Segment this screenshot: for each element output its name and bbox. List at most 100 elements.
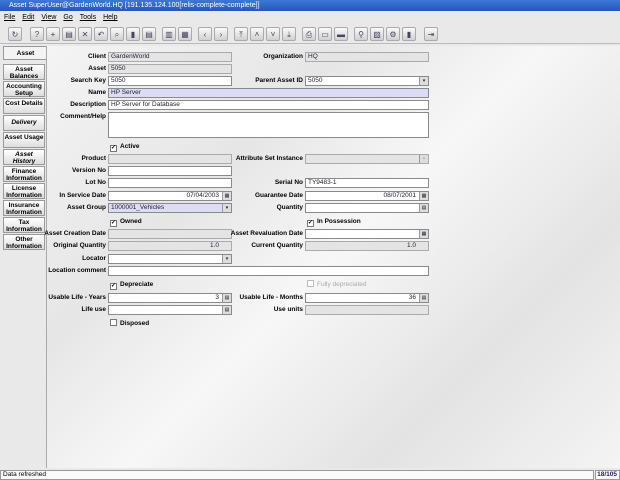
in-possession-checkbox[interactable]: ✓ In Possession: [307, 217, 361, 227]
print-preview-icon: ▭: [321, 30, 329, 39]
down-icon: ˅: [270, 30, 276, 39]
depreciate-checkbox[interactable]: ✓ Depreciate: [110, 280, 153, 290]
locator-label: Locator: [82, 255, 106, 262]
active-checkbox[interactable]: ✓ Active: [110, 142, 140, 152]
status-message: Data refreshed: [0, 470, 594, 480]
print-button[interactable]: ⎙: [302, 27, 316, 41]
copy-button[interactable]: ▤: [62, 27, 76, 41]
zoom-button[interactable]: ⚲: [354, 27, 368, 41]
menu-tools[interactable]: Tools: [80, 14, 96, 21]
print-preview-button[interactable]: ▭: [318, 27, 332, 41]
window-title: Asset SuperUser@GardenWorld.HQ [191.135.…: [0, 0, 620, 11]
checkbox-icon: [307, 280, 314, 287]
current-qty-field[interactable]: 1.0: [305, 241, 429, 251]
book-button[interactable]: ▮: [402, 27, 416, 41]
refresh-button[interactable]: ↻: [8, 27, 22, 41]
first-icon: ⤒: [239, 30, 243, 39]
parent-icon: ▥: [165, 30, 173, 39]
parent-asset-field[interactable]: 5050 ▾: [305, 76, 429, 86]
menu-view[interactable]: View: [41, 14, 56, 21]
use-units-field[interactable]: [305, 305, 429, 315]
zoom-icon: ⚲: [358, 30, 364, 39]
calendar-icon[interactable]: ▦: [419, 230, 428, 238]
asset-value: 5050: [111, 65, 126, 72]
comment-label: Comment/Help: [60, 113, 106, 120]
first-button[interactable]: ⤒: [234, 27, 248, 41]
active-label: Active: [120, 143, 140, 150]
menu-file[interactable]: File: [4, 14, 15, 21]
name-field[interactable]: HP Server: [108, 88, 429, 98]
history-button[interactable]: ▮: [126, 27, 140, 41]
client-label: Client: [87, 53, 106, 60]
asset-label: Asset: [88, 65, 106, 72]
undo-icon: ↶: [97, 30, 105, 39]
checkbox-icon: ✓: [110, 145, 117, 152]
comment-field[interactable]: [108, 112, 429, 138]
quantity-field[interactable]: ▤: [305, 203, 429, 213]
archive-icon: ▨: [373, 30, 381, 39]
workflow-button[interactable]: ⚙: [386, 27, 400, 41]
delete-button[interactable]: ✕: [78, 27, 92, 41]
next-button[interactable]: ›: [214, 27, 228, 41]
life-months-field[interactable]: 36 ▤: [305, 293, 429, 303]
parent-asset-value: 5050: [308, 77, 323, 84]
guarantee-label: Guarantee Date: [254, 192, 303, 199]
menu-go[interactable]: Go: [63, 14, 72, 21]
prev-button[interactable]: ‹: [198, 27, 212, 41]
serial-label: Serial No: [274, 179, 303, 186]
owned-label: Owned: [120, 218, 142, 225]
asset-field[interactable]: 5050: [108, 64, 232, 74]
asset-group-label: Asset Group: [66, 204, 106, 211]
copy-icon: ▤: [65, 30, 73, 39]
calculator-icon[interactable]: ▤: [419, 294, 428, 302]
attribute-label: Attribute Set Instance: [235, 155, 303, 162]
locator-field[interactable]: ▾: [108, 254, 232, 264]
fully-depreciated-checkbox[interactable]: Fully depreciated: [307, 280, 367, 290]
organization-label: Organization: [263, 53, 303, 60]
detail-button[interactable]: ▦: [178, 27, 192, 41]
report-button[interactable]: ▤: [142, 27, 156, 41]
parent-button[interactable]: ▥: [162, 27, 176, 41]
serial-field[interactable]: TY9483-1: [305, 178, 429, 188]
calendar-icon[interactable]: ▦: [419, 192, 428, 200]
archive-button[interactable]: ▨: [370, 27, 384, 41]
history-icon: ▮: [130, 30, 136, 39]
find-button[interactable]: ⌕: [110, 27, 124, 41]
book-icon: ▮: [406, 30, 412, 39]
disposed-checkbox[interactable]: Disposed: [110, 319, 149, 329]
new-button[interactable]: +: [46, 27, 60, 41]
menu-edit[interactable]: Edit: [22, 14, 34, 21]
exit-icon: ⇥: [427, 30, 435, 39]
organization-field[interactable]: HQ: [305, 52, 429, 62]
exit-button[interactable]: ⇥: [424, 27, 438, 41]
revaluation-date-label: Asset Revaluation Date: [230, 230, 303, 237]
location-comment-label: Location comment: [48, 267, 106, 274]
menu-help[interactable]: Help: [103, 14, 117, 21]
lookup-icon[interactable]: ▫: [419, 155, 428, 163]
dropdown-icon[interactable]: ▾: [419, 77, 428, 85]
attachment-button[interactable]: ▬: [334, 27, 348, 41]
up-button[interactable]: ˄: [250, 27, 264, 41]
location-comment-field[interactable]: [108, 266, 429, 276]
depreciate-label: Depreciate: [120, 281, 154, 288]
calculator-icon[interactable]: ▤: [419, 204, 428, 212]
life-use-label: Life use: [81, 306, 106, 313]
current-qty-label: Current Quantity: [251, 242, 303, 249]
product-label: Product: [81, 155, 106, 162]
dropdown-icon[interactable]: ▾: [222, 255, 231, 263]
owned-checkbox[interactable]: ✓ Owned: [110, 217, 142, 227]
guarantee-field[interactable]: 08/07/2001 ▦: [305, 191, 429, 201]
refresh-icon: ↻: [11, 30, 19, 39]
name-label: Name: [88, 89, 106, 96]
attribute-field[interactable]: ▫: [305, 154, 429, 164]
version-field[interactable]: [108, 166, 232, 176]
undo-button[interactable]: ↶: [94, 27, 108, 41]
last-button[interactable]: ⤓: [282, 27, 296, 41]
description-field[interactable]: HP Server for Database: [108, 100, 429, 110]
revaluation-date-field[interactable]: ▦: [305, 229, 429, 239]
help-button[interactable]: ?: [30, 27, 44, 41]
tab-asset-usage[interactable]: Asset Usage: [3, 132, 45, 148]
client-value: GardenWorld: [111, 53, 150, 60]
next-icon: ›: [219, 30, 223, 39]
down-button[interactable]: ˅: [266, 27, 280, 41]
